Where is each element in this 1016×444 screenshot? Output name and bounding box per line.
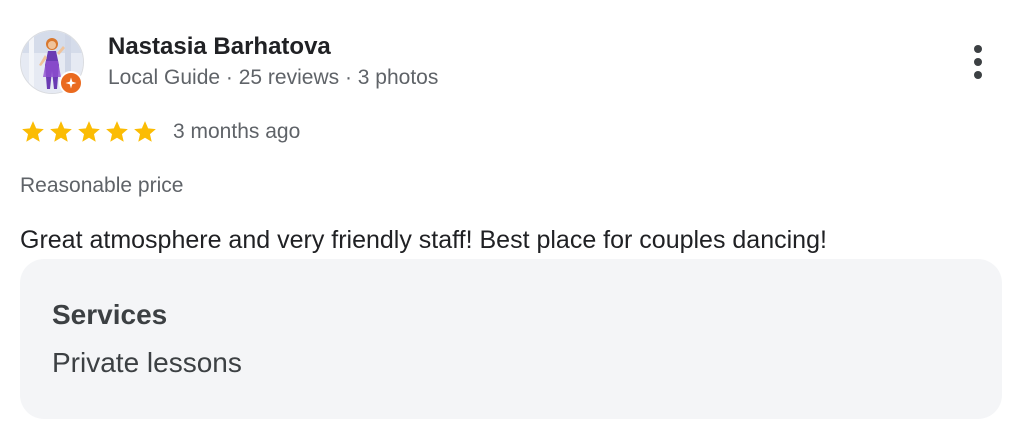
star-rating	[20, 118, 158, 146]
more-vert-icon	[974, 45, 982, 53]
review-card: Nastasia Barhatova Local Guide · 25 revi…	[0, 0, 1016, 444]
services-heading: Services	[52, 299, 168, 330]
local-guide-badge	[59, 71, 83, 95]
review-attribute: Reasonable price	[20, 174, 184, 197]
local-guide-star-icon	[65, 77, 77, 89]
review-date: 3 months ago	[173, 120, 301, 143]
star-icon	[106, 121, 128, 142]
star-icon	[50, 121, 72, 142]
star-icon	[78, 121, 100, 142]
services-value: Private lessons	[52, 347, 242, 378]
author-meta[interactable]: Local Guide · 25 reviews · 3 photos	[108, 64, 438, 92]
star-icon	[22, 121, 44, 142]
services-card: Services Private lessons	[20, 259, 1002, 419]
more-options-button[interactable]	[958, 38, 998, 86]
author-avatar[interactable]	[20, 30, 84, 95]
author-name[interactable]: Nastasia Barhatova	[108, 32, 331, 62]
review-text: Great atmosphere and very friendly staff…	[20, 226, 827, 254]
star-icon	[134, 121, 156, 142]
